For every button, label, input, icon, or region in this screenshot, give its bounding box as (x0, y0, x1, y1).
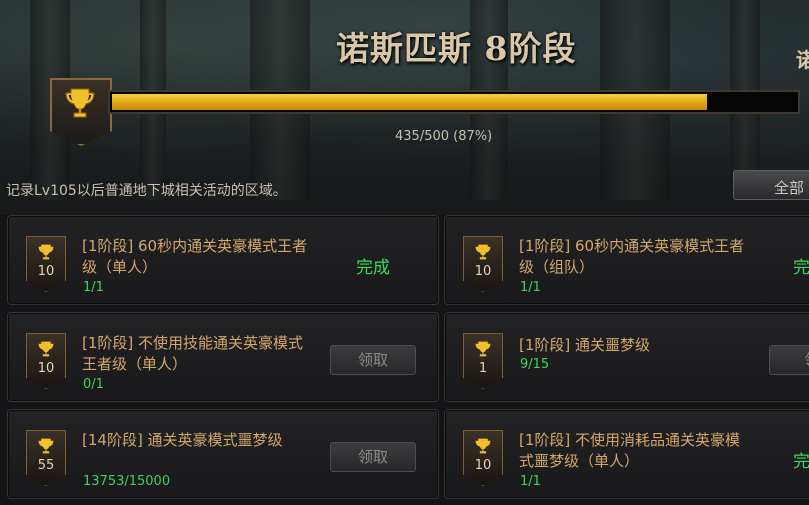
all-filter-button[interactable]: 全部 (733, 170, 809, 200)
stage-progress-bar (108, 90, 800, 114)
reward-badge: 55 (26, 430, 66, 486)
reward-points: 10 (474, 458, 492, 473)
reward-badge: 10 (26, 236, 66, 292)
reward-badge: 10 (463, 236, 503, 292)
task-progress: 9/15 (520, 357, 550, 372)
task-progress: 13753/15000 (83, 474, 171, 489)
page-title: 诺斯匹斯 8阶段 (336, 29, 577, 68)
task-card: 1 [1阶段] 通关噩梦级 9/15 领 (444, 312, 809, 402)
complete-status: 完 (793, 258, 809, 278)
reward-points: 10 (474, 264, 492, 279)
claim-button[interactable]: 领取 (330, 442, 416, 472)
task-title: [1阶段] 不使用技能通关英豪模式王者级（单人） (82, 334, 304, 373)
stage-progress-fill (112, 94, 707, 110)
claim-button[interactable]: 领 (769, 345, 809, 375)
task-card: 10 [1阶段] 不使用技能通关英豪模式王者级（单人） 0/1 领取 (7, 312, 439, 402)
task-title: [1阶段] 不使用消耗品通关英豪模式噩梦级（单人） (519, 431, 741, 470)
task-progress: 1/1 (83, 280, 104, 295)
task-progress: 1/1 (520, 280, 541, 295)
task-card: 55 [14阶段] 通关英豪模式噩梦级 13753/15000 领取 (7, 409, 439, 499)
task-progress: 0/1 (83, 377, 104, 392)
trophy-icon (65, 88, 95, 118)
trophy-icon (38, 438, 54, 454)
trophy-icon (475, 438, 491, 454)
complete-status: 完 (793, 452, 809, 472)
reward-badge: 10 (26, 333, 66, 389)
reward-points: 1 (478, 361, 488, 376)
complete-status: 完成 (356, 258, 390, 278)
trophy-icon (475, 244, 491, 260)
task-title: [1阶段] 60秒内通关英豪模式王者级（组队） (519, 237, 745, 276)
stage-progress-text: 435/500 (87%) (395, 129, 493, 144)
page-title-secondary: 诺 (796, 48, 809, 72)
claim-button[interactable]: 领取 (330, 345, 416, 375)
reward-points: 55 (37, 458, 55, 473)
task-title: [1阶段] 60秒内通关英豪模式王者级（单人） (82, 237, 308, 276)
trophy-icon (475, 341, 491, 357)
task-title: [14阶段] 通关英豪模式噩梦级 (82, 431, 283, 449)
reward-points: 10 (37, 264, 55, 279)
task-card: 10 [1阶段] 60秒内通关英豪模式王者级（单人） 1/1 完成 (7, 215, 439, 305)
reward-badge: 1 (463, 333, 503, 389)
trophy-icon (38, 244, 54, 260)
reward-badge: 10 (463, 430, 503, 486)
page: 诺斯匹斯 8阶段 诺 435/500 (87%) 记录Lv105以后普通地下城相… (0, 0, 809, 505)
area-description: 记录Lv105以后普通地下城相关活动的区域。 (6, 183, 287, 199)
trophy-icon (38, 341, 54, 357)
task-card: 10 [1阶段] 60秒内通关英豪模式王者级（组队） 1/1 完 (444, 215, 809, 305)
task-title: [1阶段] 通关噩梦级 (519, 336, 651, 354)
reward-points: 10 (37, 361, 55, 376)
task-progress: 1/1 (520, 474, 541, 489)
task-card: 10 [1阶段] 不使用消耗品通关英豪模式噩梦级（单人） 1/1 完 (444, 409, 809, 499)
